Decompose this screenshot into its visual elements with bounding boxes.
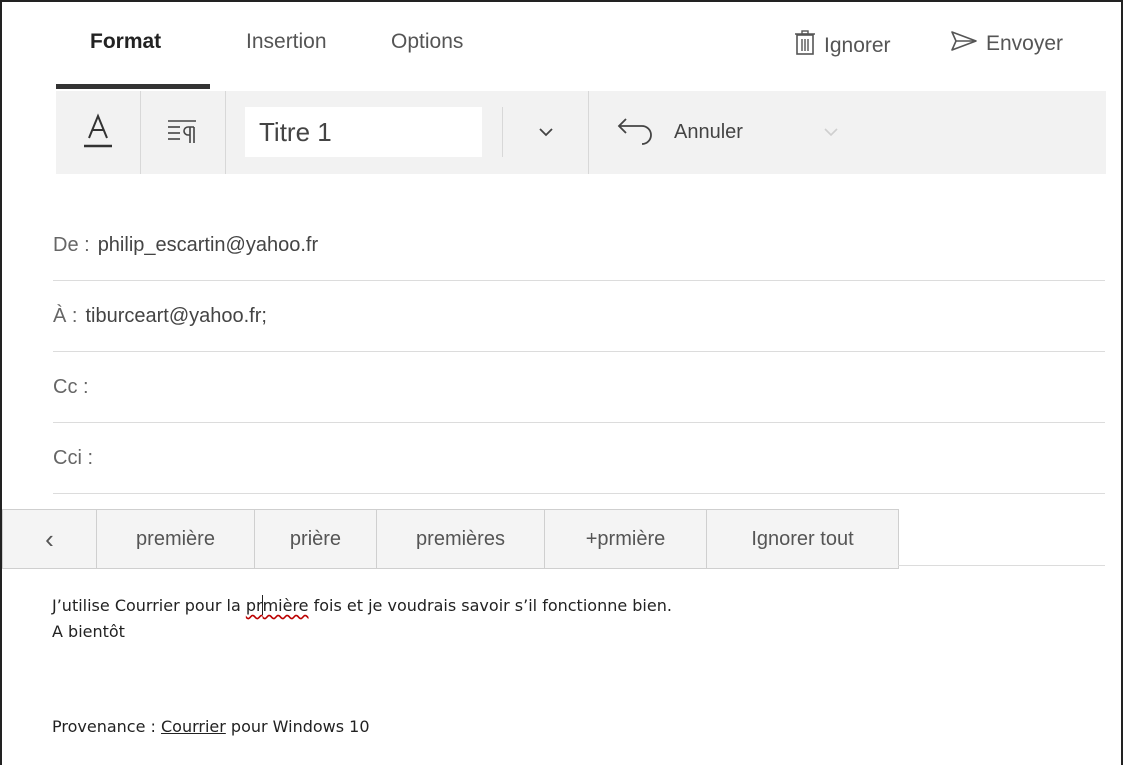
cc-label: Cc :: [53, 375, 89, 398]
signature-link[interactable]: Courrier: [161, 717, 226, 736]
signature-suffix: pour Windows 10: [225, 717, 370, 736]
suggestion-item[interactable]: première: [96, 510, 254, 568]
from-value: philip_escartin@yahoo.fr: [97, 233, 319, 256]
ignore-all-button[interactable]: Ignorer tout: [706, 510, 898, 568]
chevron-down-icon: [823, 124, 839, 142]
signature-line[interactable]: Provenance : Courrier pour Windows 10: [52, 717, 370, 736]
body-text: fois et je voudrais savoir s’il fonction…: [308, 596, 672, 615]
toolbar-divider: [502, 107, 503, 157]
send-label: Envoyer: [986, 32, 1064, 55]
discard-label: Ignorer: [824, 34, 891, 57]
paragraph-format-button[interactable]: [141, 91, 225, 174]
undo-icon: [616, 115, 656, 150]
undo-dropdown-button[interactable]: [811, 91, 851, 174]
bcc-label: Cci :: [53, 446, 93, 469]
style-dropdown-button[interactable]: [506, 91, 586, 174]
undo-label: Annuler: [674, 121, 743, 143]
send-button[interactable]: Envoyer: [950, 30, 1063, 58]
signature-prefix: Provenance :: [52, 717, 161, 736]
suggestion-item[interactable]: premières: [376, 510, 544, 568]
misspelled-word[interactable]: prmière: [246, 595, 309, 615]
style-select[interactable]: Titre 1: [245, 107, 482, 157]
spelling-suggestions-bar: ‹ première prière premières +prmière Ign…: [2, 509, 899, 569]
body-text: J’utilise Courrier pour la: [52, 596, 246, 615]
active-tab-indicator: [56, 84, 210, 89]
tab-options[interactable]: Options: [391, 30, 463, 54]
font-format-button[interactable]: [56, 91, 140, 174]
cc-field[interactable]: Cc :: [53, 352, 1105, 423]
chevron-down-icon: [538, 124, 554, 142]
field-divider: [898, 565, 1105, 566]
chevron-left-icon: ‹: [45, 523, 54, 554]
discard-button[interactable]: Ignorer: [794, 30, 891, 62]
paragraph-format-icon: [166, 115, 200, 150]
toolbar-divider: [225, 91, 226, 174]
format-toolbar: Titre 1 Annuler: [56, 91, 1106, 174]
message-body-line[interactable]: A bientôt: [52, 622, 125, 641]
trash-icon: [794, 30, 816, 62]
toolbar-divider: [588, 91, 589, 174]
send-icon: [950, 30, 978, 58]
to-label: À :: [53, 304, 78, 327]
to-field[interactable]: À : tiburceart@yahoo.fr;: [53, 281, 1105, 352]
message-body-line[interactable]: J’utilise Courrier pour la prmière fois …: [52, 595, 672, 615]
from-field[interactable]: De : philip_escartin@yahoo.fr: [53, 210, 1105, 281]
text-color-icon: [81, 110, 115, 155]
suggestion-item[interactable]: +prmière: [544, 510, 706, 568]
suggestion-item[interactable]: prière: [254, 510, 376, 568]
undo-button[interactable]: Annuler: [616, 91, 776, 174]
to-value: tiburceart@yahoo.fr;: [85, 304, 267, 327]
bcc-field[interactable]: Cci :: [53, 423, 1105, 494]
suggestions-back-button[interactable]: ‹: [3, 510, 96, 568]
body-text: A bientôt: [52, 622, 125, 641]
from-label: De :: [53, 233, 90, 256]
tab-insertion[interactable]: Insertion: [246, 30, 327, 54]
tab-format[interactable]: Format: [90, 30, 161, 54]
